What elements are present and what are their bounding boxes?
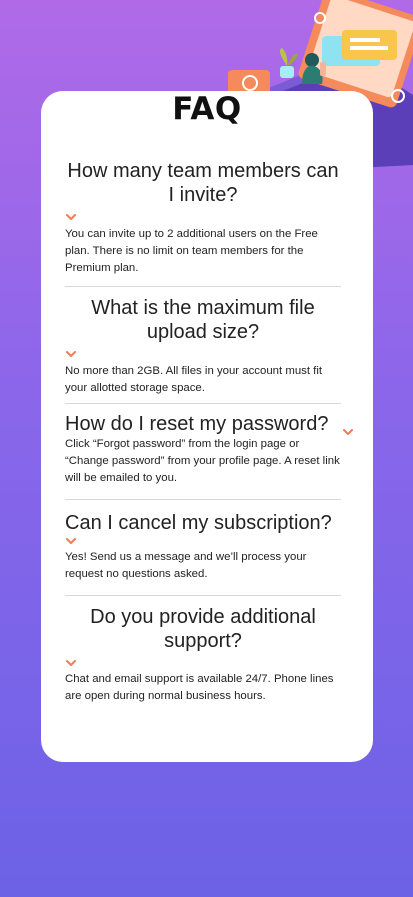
faq-question[interactable]: Do you provide additional support?: [65, 596, 341, 653]
chevron-down-icon[interactable]: [66, 538, 76, 545]
faq-item[interactable]: Can I cancel my subscription? Yes! Send …: [65, 500, 341, 596]
faq-item[interactable]: How many team members can I invite? You …: [65, 157, 341, 287]
chevron-down-icon[interactable]: [66, 214, 76, 221]
page-title: FAQ: [172, 91, 242, 127]
faq-answer: You can invite up to 2 additional users …: [65, 228, 318, 274]
faq-item[interactable]: How do I reset my password? Click “Forgo…: [65, 404, 353, 500]
chevron-down-icon[interactable]: [66, 660, 76, 667]
faq-question[interactable]: Can I cancel my subscription?: [65, 500, 341, 535]
faq-card: FAQ How many team members can I invite? …: [41, 91, 373, 762]
faq-answer: No more than 2GB. All files in your acco…: [65, 365, 323, 394]
chevron-down-icon[interactable]: [343, 423, 353, 435]
faq-question[interactable]: How do I reset my password?: [65, 404, 341, 436]
faq-question[interactable]: How many team members can I invite?: [65, 157, 341, 207]
faq-question[interactable]: What is the maximum file upload size?: [65, 287, 341, 344]
faq-answer: Click “Forgot password” from the login p…: [65, 438, 340, 484]
chevron-down-icon[interactable]: [66, 351, 76, 358]
faq-list: How many team members can I invite? You …: [65, 157, 353, 716]
faq-answer: Yes! Send us a message and we’ll process…: [65, 551, 307, 580]
faq-item[interactable]: What is the maximum file upload size? No…: [65, 287, 341, 404]
faq-item[interactable]: Do you provide additional support? Chat …: [65, 596, 341, 716]
faq-answer: Chat and email support is available 24/7…: [65, 673, 334, 702]
